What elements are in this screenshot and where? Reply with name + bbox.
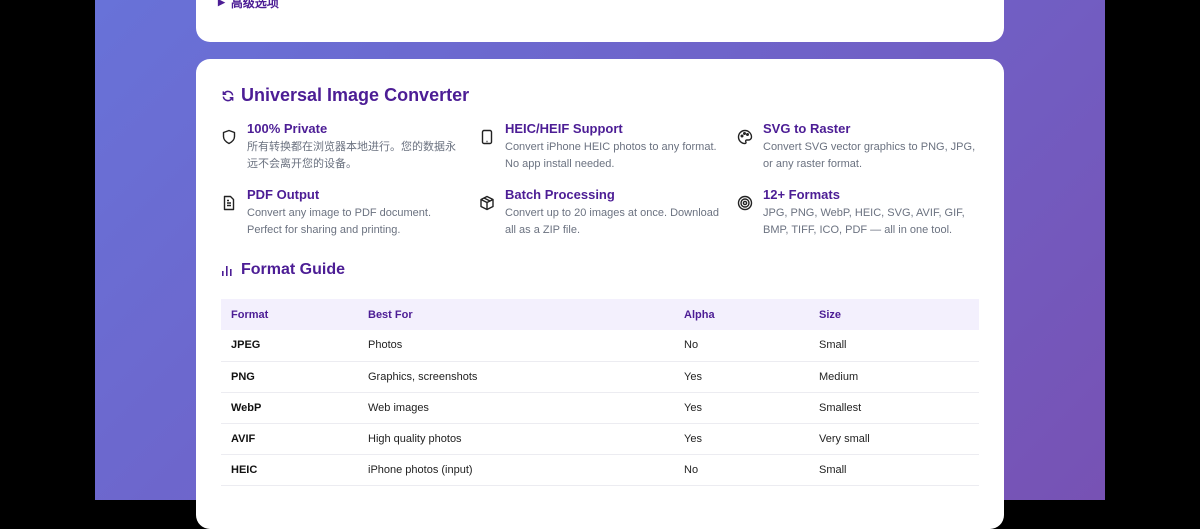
- cell-format: AVIF: [221, 423, 358, 455]
- feature-description: Convert any image to PDF document. Perfe…: [247, 207, 432, 236]
- feature-item: HEIC/HEIF Support Convert iPhone HEIC pho…: [479, 121, 737, 173]
- advanced-options-label: 高级选项: [230, 0, 279, 10]
- target-icon: [737, 195, 753, 211]
- cell-best-for: Photos: [358, 330, 674, 362]
- feature-title: Batch Processing: [505, 187, 615, 202]
- cell-best-for: iPhone photos (input): [358, 454, 674, 486]
- header-format: Format: [221, 299, 358, 330]
- package-icon: [480, 195, 494, 211]
- feature-description: JPG, PNG, WebP, HEIC, SVG, AVIF, GIF, BM…: [763, 207, 965, 236]
- table-row: JPEG Photos No Small: [221, 330, 979, 362]
- table-row: HEIC iPhone photos (input) No Small: [221, 454, 979, 486]
- cell-size: Smallest: [809, 392, 979, 424]
- feature-item: Batch Processing Convert up to 20 images …: [479, 187, 737, 239]
- cell-alpha: Yes: [674, 423, 809, 455]
- palette-icon: [737, 129, 753, 145]
- cell-size: Small: [809, 454, 979, 486]
- cell-size: Medium: [809, 361, 979, 393]
- cell-format: PNG: [221, 361, 358, 393]
- feature-grid: 100% Private 所有转换都在浏览器本地进行。您的数据永远不会离开您的设备…: [221, 121, 979, 239]
- shield-icon: [222, 129, 236, 145]
- document-icon: [223, 195, 235, 211]
- feature-description: 所有转换都在浏览器本地进行。您的数据永远不会离开您的设备。: [247, 141, 456, 170]
- feature-description: Convert iPhone HEIC photos to any format…: [505, 141, 717, 170]
- feature-title: 100% Private: [247, 121, 328, 136]
- advanced-options-toggle[interactable]: ▶ 高级选项: [218, 0, 279, 11]
- cell-alpha: Yes: [674, 361, 809, 393]
- table-header-row: Format Best For Alpha Size: [221, 299, 979, 330]
- cell-best-for: Graphics, screenshots: [358, 361, 674, 393]
- header-best-for: Best For: [358, 299, 674, 330]
- feature-title: PDF Output: [247, 187, 320, 202]
- format-table: Format Best For Alpha Size JPEG Photos No S…: [221, 299, 979, 486]
- cell-alpha: Yes: [674, 392, 809, 424]
- cell-format: WebP: [221, 392, 358, 424]
- feature-title: SVG to Raster: [763, 121, 851, 136]
- feature-description: Convert up to 20 images at once. Downloa…: [505, 207, 720, 236]
- info-card: Universal Image Converter 100% Private 所有…: [196, 59, 1004, 529]
- section-title: Universal Image Converter: [221, 85, 979, 106]
- format-guide-title: Format Guide: [221, 261, 979, 279]
- title-text: Universal Image Converter: [241, 85, 470, 105]
- table-row: WebP Web images Yes Smallest: [221, 392, 979, 424]
- header-size: Size: [809, 299, 979, 330]
- phone-icon: [481, 129, 493, 145]
- feature-item: PDF Output Convert any image to PDF docum…: [221, 187, 479, 239]
- header-alpha: Alpha: [674, 299, 809, 330]
- table-row: PNG Graphics, screenshots Yes Medium: [221, 361, 979, 393]
- triangle-right-icon: ▶: [218, 0, 225, 7]
- refresh-icon: [222, 90, 234, 101]
- format-guide-title-text: Format Guide: [241, 261, 346, 278]
- cell-alpha: No: [674, 454, 809, 486]
- feature-item: 12+ Formats JPG, PNG, WebP, HEIC, SVG, AV…: [737, 187, 977, 239]
- feature-item: 100% Private 所有转换都在浏览器本地进行。您的数据永远不会离开您的设备…: [221, 121, 479, 173]
- cell-size: Very small: [809, 423, 979, 455]
- cell-best-for: High quality photos: [358, 423, 674, 455]
- feature-title: 12+ Formats: [763, 187, 840, 202]
- feature-description: Convert SVG vector graphics to PNG, JPG,…: [763, 141, 976, 170]
- bar-chart-icon: [222, 266, 232, 276]
- options-card: ▶ 高级选项: [196, 0, 1004, 42]
- cell-format: HEIC: [221, 454, 358, 486]
- feature-item: SVG to Raster Convert SVG vector graphics…: [737, 121, 977, 173]
- cell-best-for: Web images: [358, 392, 674, 424]
- cell-size: Small: [809, 330, 979, 362]
- feature-title: HEIC/HEIF Support: [505, 121, 623, 136]
- page-background: ▶ 高级选项 Universal Image Converter 100% Pr…: [95, 0, 1105, 529]
- table-row: AVIF High quality photos Yes Very small: [221, 423, 979, 455]
- cell-alpha: No: [674, 330, 809, 362]
- cell-format: JPEG: [221, 330, 358, 362]
